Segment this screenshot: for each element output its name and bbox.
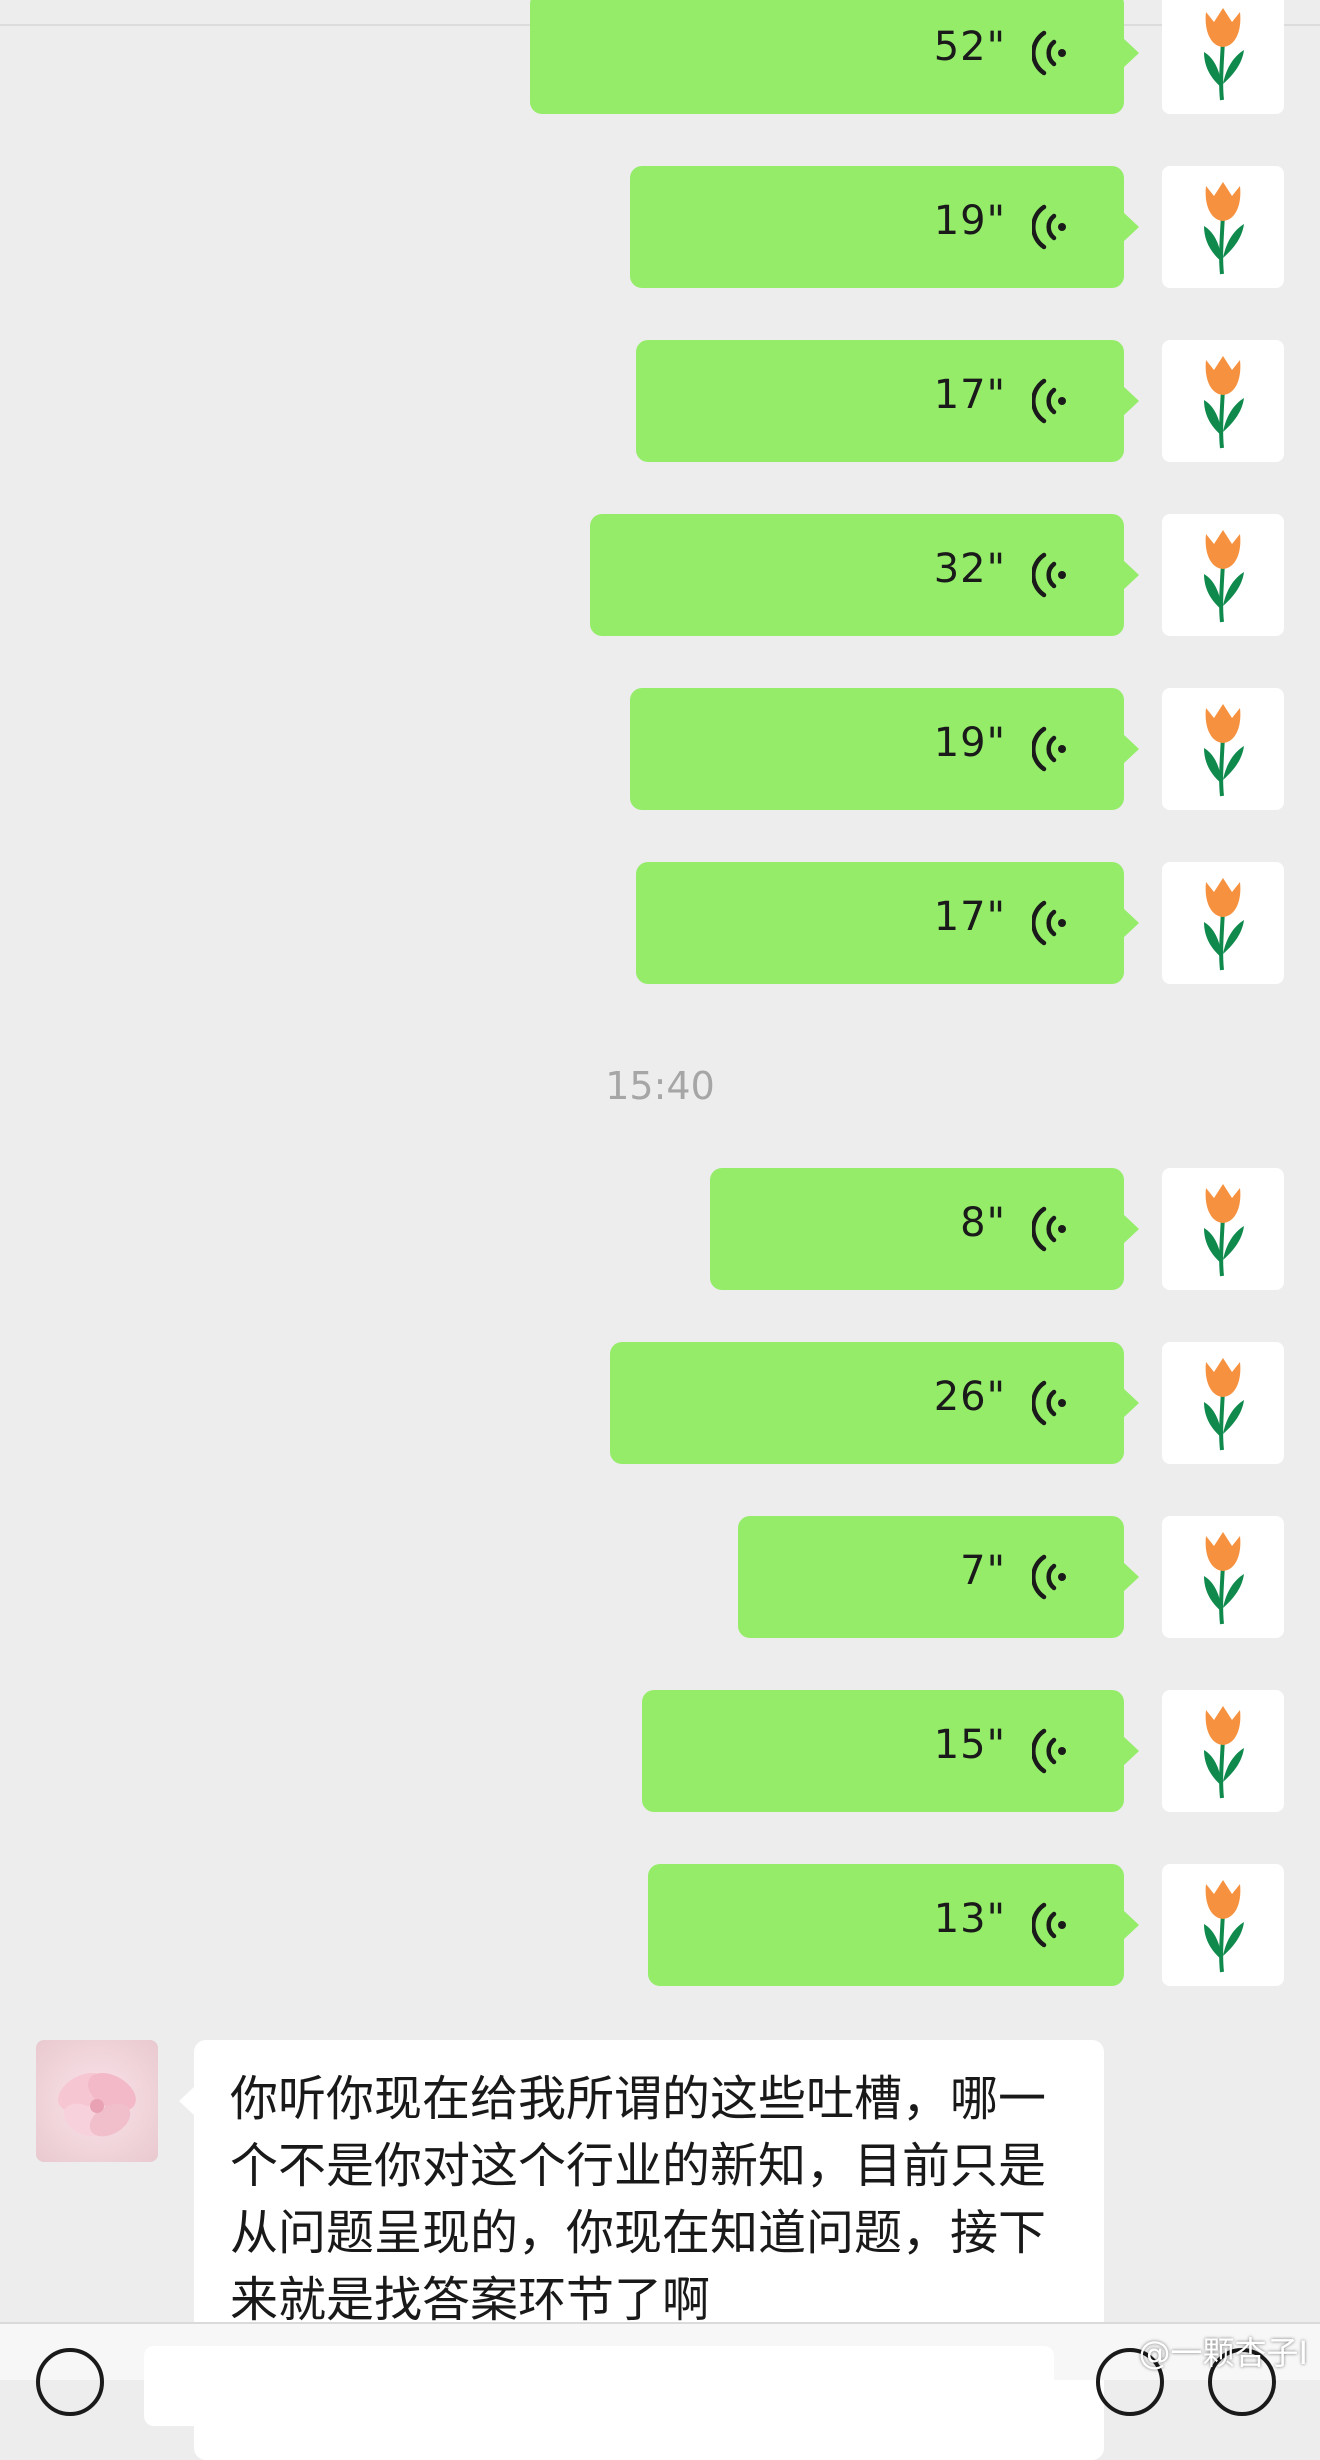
voice-message: 19" (0, 166, 1320, 288)
user-avatar[interactable] (1162, 166, 1284, 288)
voice-wave-icon (1032, 552, 1066, 598)
user-avatar[interactable] (1162, 0, 1284, 114)
voice-wave-icon (1032, 30, 1066, 76)
voice-bubble[interactable]: 52" (530, 0, 1139, 114)
contact-avatar[interactable] (36, 2040, 158, 2162)
voice-wave-icon (1032, 1728, 1066, 1774)
voice-duration: 17" (933, 894, 1006, 940)
voice-message: 13" (0, 1864, 1320, 1986)
user-avatar[interactable] (1162, 1690, 1284, 1812)
voice-duration: 8" (960, 1200, 1006, 1246)
voice-bubble[interactable]: 19" (630, 688, 1139, 810)
voice-wave-icon (1032, 1554, 1066, 1600)
voice-bubble[interactable]: 17" (636, 340, 1139, 462)
tulip-icon (1204, 1184, 1244, 1277)
voice-bubble[interactable]: 15" (642, 1690, 1139, 1812)
voice-message: 19" (0, 688, 1320, 810)
tulip-icon (1204, 1880, 1244, 1973)
tulip-icon (1204, 530, 1244, 623)
weibo-watermark: @一颗杏子I (1138, 2334, 1308, 2372)
voice-bubble[interactable]: 13" (648, 1864, 1139, 1986)
voice-wave-icon (1032, 1380, 1066, 1426)
tulip-icon (1204, 1532, 1244, 1625)
voice-duration: 13" (933, 1896, 1006, 1942)
voice-wave-icon (1032, 900, 1066, 946)
voice-duration: 15" (933, 1722, 1006, 1768)
voice-message: 7" (0, 1516, 1320, 1638)
voice-duration: 26" (933, 1374, 1006, 1420)
voice-bubble[interactable]: 7" (738, 1516, 1139, 1638)
voice-duration: 52" (933, 24, 1006, 70)
voice-wave-icon (1032, 726, 1066, 772)
tulip-icon (1204, 356, 1244, 449)
input-bar (0, 2322, 1320, 2426)
flower-avatar-image (36, 2040, 158, 2162)
user-avatar[interactable] (1162, 1864, 1284, 1986)
tulip-icon (1204, 182, 1244, 275)
tulip-icon (1204, 704, 1244, 797)
voice-bubble[interactable]: 19" (630, 166, 1139, 288)
voice-wave-icon (1032, 378, 1066, 424)
chat-timestamp: 15:40 (605, 1064, 715, 1108)
user-avatar[interactable] (1162, 1516, 1284, 1638)
user-avatar[interactable] (1162, 1168, 1284, 1290)
message-input[interactable] (144, 2346, 1054, 2426)
voice-bubble[interactable]: 17" (636, 862, 1139, 984)
voice-bubble[interactable]: 26" (610, 1342, 1139, 1464)
tulip-icon (1204, 8, 1244, 101)
tulip-icon (1204, 1706, 1244, 1799)
voice-message: 17" (0, 340, 1320, 462)
voice-bubble[interactable]: 8" (710, 1168, 1139, 1290)
voice-message: 15" (0, 1690, 1320, 1812)
voice-message: 8" (0, 1168, 1320, 1290)
voice-wave-icon (1032, 1206, 1066, 1252)
voice-duration: 19" (933, 720, 1006, 766)
user-avatar[interactable] (1162, 862, 1284, 984)
tulip-icon (1204, 878, 1244, 971)
user-avatar[interactable] (1162, 688, 1284, 810)
incoming-message-text: 你听你现在给我所谓的这些吐槽，哪一个不是你对这个行业的新知，目前只是从问题呈现的… (230, 2071, 1047, 2328)
voice-duration: 7" (960, 1548, 1006, 1594)
voice-wave-icon (1032, 204, 1066, 250)
voice-duration: 32" (933, 546, 1006, 592)
voice-message: 32" (0, 514, 1320, 636)
voice-toggle-button[interactable] (36, 2348, 104, 2416)
user-avatar[interactable] (1162, 514, 1284, 636)
user-avatar[interactable] (1162, 340, 1284, 462)
voice-duration: 19" (933, 198, 1006, 244)
user-avatar[interactable] (1162, 1342, 1284, 1464)
voice-duration: 17" (933, 372, 1006, 418)
voice-message: 52" (0, 0, 1320, 114)
voice-message: 17" (0, 862, 1320, 984)
voice-wave-icon (1032, 1902, 1066, 1948)
voice-message: 26" (0, 1342, 1320, 1464)
tulip-icon (1204, 1358, 1244, 1451)
voice-bubble[interactable]: 32" (590, 514, 1139, 636)
